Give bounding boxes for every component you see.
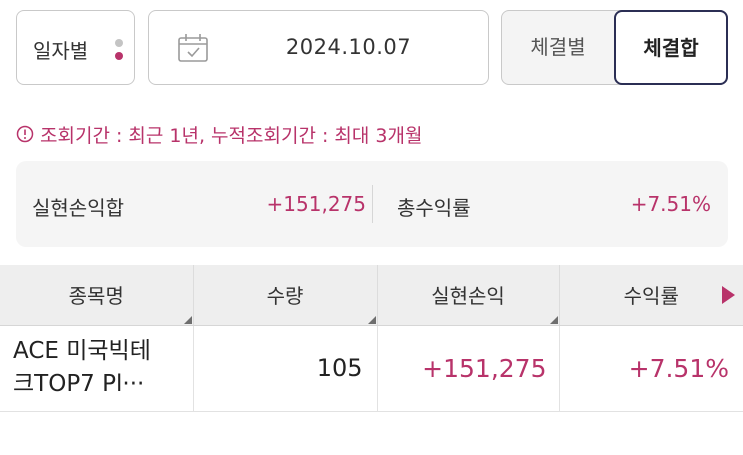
notice: 조회기간 : 최근 1년, 누적조회기간 : 최대 3개월	[16, 120, 422, 148]
toggle-execution-sum[interactable]: 체결합	[614, 10, 728, 85]
realized-pl-cell: +151,275	[377, 325, 560, 412]
column-header-name[interactable]: 종목명	[0, 265, 194, 326]
quantity-cell: 105	[193, 325, 378, 412]
notice-text: 조회기간 : 최근 1년, 누적조회기간 : 최대 3개월	[40, 124, 423, 147]
toggle-by-execution[interactable]: 체결별	[502, 11, 614, 84]
info-circle-icon	[16, 125, 34, 143]
calendar-icon	[178, 34, 208, 62]
stock-name-cell: ACE 미국빅테 크TOP7 Pl···	[0, 325, 194, 412]
filter-bar: 일자별 2024.10.07 체결별 체결합	[16, 10, 728, 85]
column-header-pl[interactable]: 실현손익	[377, 265, 560, 326]
summary-panel: 실현손익합 +151,275 총수익률 +7.51%	[16, 161, 728, 247]
column-header-qty[interactable]: 수량	[193, 265, 378, 326]
holdings-table: 종목명 수량 실현손익 수익률 ACE 미국빅테 크TOP7 Pl··· 105…	[0, 265, 743, 412]
realized-pl-label: 실현손익합	[32, 196, 124, 220]
table-row[interactable]: ACE 미국빅테 크TOP7 Pl··· 105 +151,275 +7.51%	[0, 325, 743, 412]
column-header-rate[interactable]: 수익률	[559, 265, 743, 326]
table-header-row: 종목명 수량 실현손익 수익률	[0, 265, 743, 326]
total-return-label: 총수익률	[397, 196, 471, 220]
period-select[interactable]: 일자별	[16, 10, 135, 85]
arrow-right-icon[interactable]	[722, 286, 735, 304]
realized-pl-value: +151,275	[266, 192, 366, 216]
view-toggle: 체결별 체결합	[501, 10, 728, 85]
period-select-label: 일자별	[33, 39, 89, 63]
more-options-icon	[115, 39, 123, 61]
total-return-value: +7.51%	[630, 192, 711, 216]
date-picker[interactable]: 2024.10.07	[148, 10, 489, 85]
return-rate-cell: +7.51%	[559, 325, 743, 412]
date-value: 2024.10.07	[285, 35, 412, 59]
summary-divider	[372, 185, 373, 223]
